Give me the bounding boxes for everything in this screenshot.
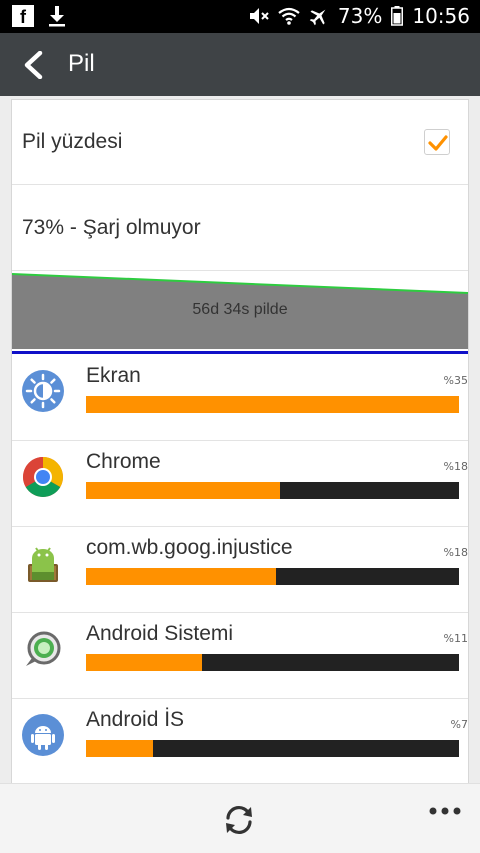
battery-percentage-setting[interactable]: Pil yüzdesi — [12, 100, 468, 185]
usage-bar-fill — [86, 654, 202, 671]
refresh-icon[interactable] — [220, 801, 258, 839]
page-title: Pil — [68, 50, 95, 77]
facebook-icon: f — [12, 5, 34, 27]
usage-item[interactable]: Chrome %18 — [12, 442, 468, 527]
time-on-battery-label: 56d 34s pilde — [192, 301, 288, 318]
usage-bar-fill — [86, 396, 459, 413]
usage-bar — [86, 482, 459, 499]
charging-status-text: 73% - Şarj olmuyor — [22, 216, 201, 239]
usage-item[interactable]: com.wb.goog.injustice %18 — [12, 528, 468, 613]
usage-item[interactable]: Android Sistemi %11 — [12, 614, 468, 699]
android-package-icon — [28, 547, 58, 582]
usage-bar — [86, 740, 459, 757]
usage-percent: %18 — [443, 460, 468, 473]
usage-item[interactable]: Ekran %35 — [12, 356, 468, 441]
usage-percent: %7 — [450, 718, 468, 731]
battery-icon — [391, 6, 404, 26]
back-arrow-icon[interactable] — [20, 51, 46, 79]
android-system-icon — [26, 631, 61, 666]
battery-percentage-label: Pil yüzdesi — [22, 130, 123, 153]
battery-percentage-checkbox[interactable] — [424, 129, 450, 155]
more-options-icon[interactable] — [428, 804, 462, 818]
brightness-icon — [22, 370, 64, 412]
app-name: com.wb.goog.injustice — [86, 536, 293, 559]
graph-divider — [12, 351, 468, 354]
chrome-icon — [23, 457, 63, 497]
airplane-icon — [309, 9, 326, 26]
usage-percent: %18 — [443, 546, 468, 559]
usage-bar-fill — [86, 740, 154, 757]
mute-icon — [249, 8, 269, 24]
wifi-icon — [278, 7, 300, 25]
usage-percent: %35 — [443, 374, 468, 387]
usage-bar — [86, 396, 459, 413]
usage-percent: %11 — [443, 632, 468, 645]
usage-bar — [86, 568, 459, 585]
charging-status-row: 73% - Şarj olmuyor — [12, 186, 468, 271]
app-name: Ekran — [86, 364, 141, 387]
bottom-action-bar — [0, 783, 480, 853]
usage-bar — [86, 654, 459, 671]
app-name: Android Sistemi — [86, 622, 234, 645]
usage-bar-fill — [86, 482, 280, 499]
usage-item[interactable]: Android İS %7 — [12, 700, 468, 785]
title-bar: Pil — [0, 33, 480, 96]
battery-card: Pil yüzdesi 73% - Şarj olmuyor 56d 34s p… — [11, 99, 469, 789]
download-icon — [49, 6, 65, 27]
status-bar: f 73% 10:56 — [0, 0, 480, 33]
battery-percent: 73% — [337, 4, 383, 28]
battery-history-graph[interactable]: 56d 34s pilde — [11, 271, 469, 349]
clock: 10:56 — [412, 4, 470, 28]
usage-bar-fill — [86, 568, 277, 585]
checkmark-icon — [428, 135, 448, 151]
android-os-icon — [22, 714, 64, 756]
app-name: Android İS — [86, 708, 185, 731]
app-name: Chrome — [86, 450, 161, 473]
